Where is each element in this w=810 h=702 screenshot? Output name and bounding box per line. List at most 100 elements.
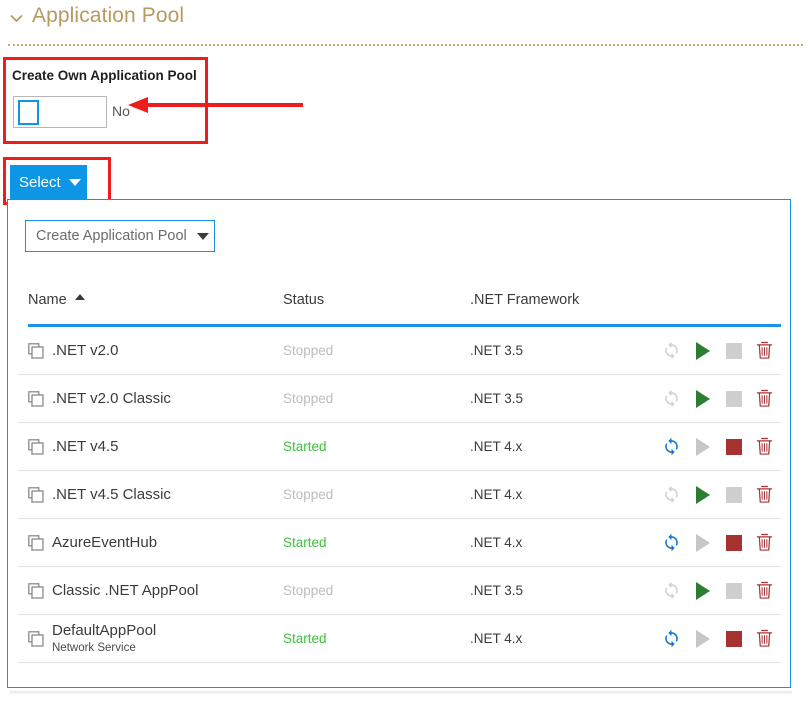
- cell-framework: .NET 3.5: [470, 391, 524, 406]
- cell-framework: .NET 4.x: [470, 631, 523, 646]
- stop-icon: [718, 480, 749, 510]
- application-pool-icon: [28, 582, 44, 599]
- column-header-status-label: Status: [283, 292, 325, 308]
- sort-ascending-icon: [74, 294, 85, 300]
- panel-shadow: [10, 691, 792, 695]
- create-own-application-pool-checkbox[interactable]: [18, 100, 39, 125]
- cell-actions: [656, 327, 781, 374]
- table-row[interactable]: .NET v4.5 Started .NET 4.x: [18, 423, 781, 471]
- recycle-icon: [656, 336, 687, 366]
- cell-framework: .NET 4.x: [470, 535, 523, 550]
- application-pool-panel: Create Application Pool Name Status .NET…: [7, 199, 791, 688]
- pool-identity: Network Service: [52, 641, 136, 654]
- column-header-framework[interactable]: .NET Framework: [470, 292, 579, 308]
- chevron-down-icon: [10, 12, 23, 25]
- trash-icon[interactable]: [749, 480, 780, 510]
- status-badge: Stopped: [283, 583, 334, 598]
- table-header-row: Name Status .NET Framework: [18, 288, 781, 324]
- select-button-label: Select: [19, 174, 61, 191]
- create-own-value-text: No: [112, 103, 130, 119]
- play-icon[interactable]: [687, 336, 718, 366]
- recycle-icon: [656, 384, 687, 414]
- column-header-name-label: Name: [28, 292, 67, 308]
- caret-down-icon: [196, 232, 209, 240]
- status-badge: Started: [283, 535, 327, 550]
- play-icon: [687, 528, 718, 558]
- pool-name: .NET v4.5 Classic: [52, 486, 171, 503]
- cell-actions: [656, 423, 781, 470]
- cell-name: Classic .NET AppPool: [28, 567, 198, 614]
- column-header-status[interactable]: Status: [283, 292, 324, 308]
- play-icon: [687, 624, 718, 654]
- status-badge: Stopped: [283, 343, 334, 358]
- select-button-highlight: Select: [3, 157, 111, 205]
- trash-icon[interactable]: [749, 432, 780, 462]
- cell-actions: [656, 615, 781, 662]
- stop-icon: [718, 336, 749, 366]
- table-row[interactable]: .NET v2.0 Classic Stopped .NET 3.5: [18, 375, 781, 423]
- table-row[interactable]: AzureEventHub Started .NET 4.x: [18, 519, 781, 567]
- status-badge: Stopped: [283, 487, 334, 502]
- create-own-application-pool-group: Create Own Application Pool No: [3, 57, 208, 144]
- application-pool-icon: [28, 534, 44, 551]
- trash-icon[interactable]: [749, 576, 780, 606]
- trash-icon[interactable]: [749, 384, 780, 414]
- trash-icon[interactable]: [749, 528, 780, 558]
- application-pool-icon: [28, 630, 44, 647]
- stop-icon: [718, 384, 749, 414]
- table-row[interactable]: DefaultAppPool Network Service Started .NET…: [18, 615, 781, 663]
- table-row[interactable]: .NET v4.5 Classic Stopped .NET 4.x: [18, 471, 781, 519]
- application-pool-icon: [28, 486, 44, 503]
- status-badge: Started: [283, 631, 327, 646]
- pool-name: .NET v4.5: [52, 438, 119, 455]
- cell-actions: [656, 471, 781, 518]
- cell-name: .NET v4.5 Classic: [28, 471, 171, 518]
- page-title: Application Pool: [32, 4, 185, 27]
- cell-actions: [656, 519, 781, 566]
- create-application-pool-button[interactable]: Create Application Pool: [25, 220, 215, 252]
- play-icon[interactable]: [687, 576, 718, 606]
- cell-name: .NET v4.5: [28, 423, 118, 470]
- section-header-toggle[interactable]: Application Pool: [10, 4, 184, 28]
- section-header: Application Pool: [0, 0, 810, 46]
- stop-icon[interactable]: [718, 624, 749, 654]
- recycle-icon[interactable]: [656, 528, 687, 558]
- pool-name: DefaultAppPool: [52, 621, 157, 639]
- cell-framework: .NET 4.x: [470, 487, 523, 502]
- cell-actions: [656, 567, 781, 614]
- cell-framework: .NET 3.5: [470, 343, 524, 358]
- cell-framework: .NET 4.x: [470, 439, 523, 454]
- trash-icon[interactable]: [749, 624, 780, 654]
- select-button[interactable]: Select: [10, 165, 87, 200]
- cell-framework: .NET 3.5: [470, 583, 524, 598]
- create-application-pool-label: Create Application Pool: [36, 228, 187, 244]
- cell-actions: [656, 375, 781, 422]
- recycle-icon[interactable]: [656, 432, 687, 462]
- cell-name: AzureEventHub: [28, 519, 157, 566]
- recycle-icon: [656, 480, 687, 510]
- trash-icon[interactable]: [749, 336, 780, 366]
- table-row[interactable]: Classic .NET AppPool Stopped .NET 3.5: [18, 567, 781, 615]
- pool-name: AzureEventHub: [52, 534, 158, 551]
- application-pool-icon: [28, 390, 44, 407]
- pool-name: .NET v2.0: [52, 342, 119, 359]
- pool-name: Classic .NET AppPool: [52, 582, 199, 599]
- table-row[interactable]: .NET v2.0 Stopped .NET 3.5: [18, 327, 781, 375]
- play-icon: [687, 432, 718, 462]
- cell-name: DefaultAppPool Network Service: [28, 615, 156, 662]
- status-badge: Started: [283, 439, 327, 454]
- recycle-icon: [656, 576, 687, 606]
- application-pool-table: Name Status .NET Framework .NET v2.0 Stop…: [18, 288, 781, 663]
- application-pool-icon: [28, 342, 44, 359]
- table-body: .NET v2.0 Stopped .NET 3.5 .NET v2.0 Classi…: [18, 327, 781, 663]
- column-header-name[interactable]: Name: [28, 292, 85, 308]
- play-icon[interactable]: [687, 480, 718, 510]
- play-icon[interactable]: [687, 384, 718, 414]
- caret-down-icon: [68, 179, 81, 186]
- status-badge: Stopped: [283, 391, 334, 406]
- pool-name: .NET v2.0 Classic: [52, 390, 171, 407]
- stop-icon[interactable]: [718, 432, 749, 462]
- create-own-checkbox-container: [13, 96, 107, 128]
- recycle-icon[interactable]: [656, 624, 687, 654]
- stop-icon[interactable]: [718, 528, 749, 558]
